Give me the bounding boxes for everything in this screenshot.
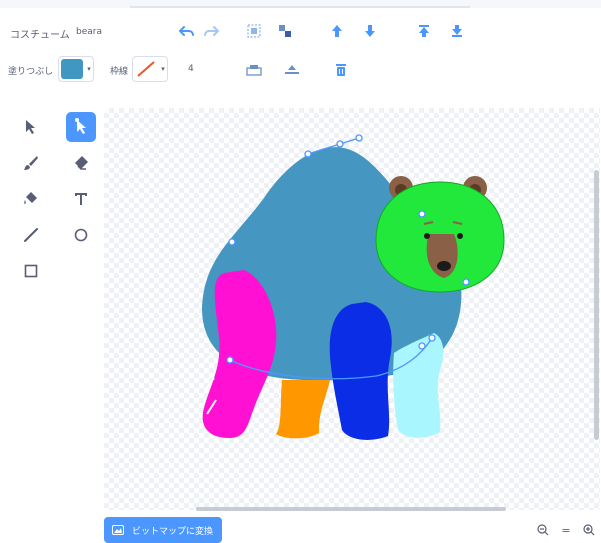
group-button[interactable] — [243, 20, 265, 42]
outline-label: 枠線 — [110, 67, 129, 77]
rectangle-tool[interactable] — [16, 256, 46, 286]
chevron-down-icon: ▾ — [161, 65, 165, 73]
fill-tool[interactable] — [16, 184, 46, 214]
zoom-in-icon — [583, 524, 595, 536]
convert-to-bitmap-label: ビットマップに変換 — [132, 526, 214, 537]
paste-icon — [285, 65, 299, 74]
bear-leg-orange — [276, 380, 330, 439]
undo-button[interactable] — [176, 20, 198, 42]
convert-to-bitmap-button[interactable]: ビットマップに変換 — [104, 517, 222, 543]
eraser-tool[interactable] — [66, 148, 96, 178]
zoom-out-button[interactable] — [533, 520, 553, 540]
fill-color-picker[interactable]: ▾ — [58, 56, 94, 82]
zoom-reset-button[interactable]: = — [556, 520, 576, 540]
toolbar-row-1: コスチューム — [0, 16, 601, 46]
horizontal-scrollbar[interactable] — [196, 507, 506, 511]
reshape-tool[interactable] — [66, 112, 96, 142]
outline-color-picker[interactable]: ▾ — [132, 56, 168, 82]
reshape-icon — [75, 118, 86, 134]
group-icon — [247, 24, 261, 38]
eraser-icon — [75, 156, 88, 170]
vertical-scrollbar[interactable] — [594, 170, 599, 440]
front-icon — [419, 25, 429, 37]
text-tool[interactable] — [66, 184, 96, 214]
outline-swatch — [135, 59, 157, 79]
zoom-in-button[interactable] — [579, 520, 599, 540]
ungroup-icon — [279, 25, 291, 37]
costume-name-input[interactable] — [70, 22, 166, 42]
paste-button[interactable] — [281, 59, 303, 81]
forward-icon — [332, 25, 342, 37]
bear-leg-blue — [329, 302, 392, 440]
bitmap-icon — [112, 525, 124, 535]
costume-label: コスチューム — [10, 30, 70, 41]
bear-eye-right — [457, 233, 463, 239]
front-button[interactable] — [413, 20, 435, 42]
back-button[interactable] — [446, 20, 468, 42]
arrow-icon — [26, 120, 35, 134]
line-tool[interactable] — [16, 220, 46, 250]
bear-drawing[interactable] — [104, 108, 600, 510]
circle-tool[interactable] — [66, 220, 96, 250]
bear-nose — [437, 261, 451, 271]
paint-canvas[interactable] — [104, 108, 600, 510]
delete-button[interactable] — [330, 59, 352, 81]
back-icon — [452, 25, 462, 37]
backward-icon — [365, 25, 375, 37]
zoom-out-icon — [537, 524, 549, 536]
backward-button[interactable] — [359, 20, 381, 42]
chevron-down-icon: ▾ — [87, 65, 91, 73]
redo-icon — [204, 26, 219, 36]
toolbar-row-2: 塗りつぶし ▾ 枠線 ▾ 4 — [0, 53, 601, 87]
outline-width-value[interactable]: 4 — [188, 64, 194, 74]
bear-eye-left — [424, 233, 430, 239]
top-border — [0, 0, 601, 8]
fill-swatch — [61, 59, 83, 79]
line-icon — [24, 228, 38, 242]
select-tool[interactable] — [16, 112, 46, 142]
undo-icon — [179, 26, 194, 36]
copy-icon — [246, 65, 262, 76]
fill-label: 塗りつぶし — [8, 67, 54, 77]
circle-icon — [74, 228, 88, 242]
paint-bucket-icon — [24, 192, 37, 204]
rectangle-icon — [24, 264, 38, 278]
delete-icon — [336, 64, 346, 76]
ungroup-button[interactable] — [274, 20, 296, 42]
brush-tool[interactable] — [16, 148, 46, 178]
text-icon — [75, 193, 87, 205]
forward-button[interactable] — [326, 20, 348, 42]
copy-button[interactable] — [243, 59, 265, 81]
redo-button[interactable] — [200, 20, 222, 42]
brush-icon — [24, 156, 38, 170]
